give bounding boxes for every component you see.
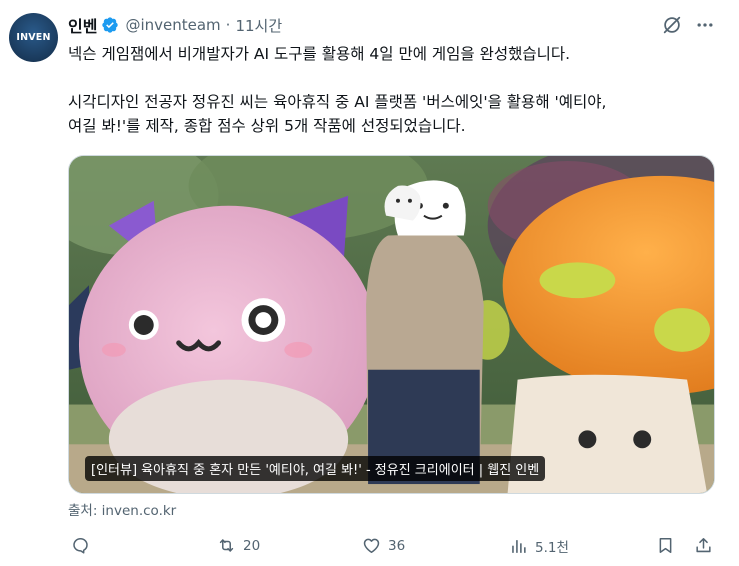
card-source[interactable]: 출처: inven.co.kr bbox=[68, 499, 176, 519]
tweet-text-line: 여길 봐!'를 제작, 종합 점수 상위 5개 작품에 선정되었습니다. bbox=[68, 117, 466, 135]
like-count: 36 bbox=[388, 537, 406, 554]
profile-avatar[interactable]: INVEN bbox=[9, 13, 58, 62]
display-name[interactable]: 인벤 bbox=[68, 13, 97, 37]
grok-icon bbox=[663, 16, 681, 34]
timestamp[interactable]: 11시간 bbox=[235, 15, 282, 36]
analytics-icon bbox=[512, 539, 526, 553]
tweet-header: 인벤 @inventeam · 11시간 bbox=[68, 13, 282, 37]
card-photo bbox=[69, 156, 714, 493]
views-count: 5.1천 bbox=[535, 540, 569, 556]
views-button[interactable]: 5.1천 bbox=[509, 536, 569, 556]
user-handle[interactable]: @inventeam bbox=[125, 16, 220, 34]
tweet-text-line: 시각디자인 전공자 정유진 씨는 육아휴직 중 AI 플랫폼 '버스에잇'을 활… bbox=[68, 93, 607, 111]
bookmark-button[interactable] bbox=[656, 536, 675, 555]
verified-badge-icon[interactable] bbox=[101, 16, 119, 34]
reply-button[interactable] bbox=[71, 536, 97, 555]
retweet-count: 20 bbox=[243, 537, 261, 554]
retweet-icon bbox=[219, 539, 234, 552]
card-title-overlay: [인터뷰] 육아휴직 중 혼자 만든 '예티야, 여길 봐!' - 정유진 크리… bbox=[85, 456, 546, 481]
like-button[interactable]: 36 bbox=[362, 536, 405, 555]
link-card-image[interactable]: [인터뷰] 육아휴직 중 혼자 만든 '예티야, 여길 봐!' - 정유진 크리… bbox=[68, 155, 715, 494]
reply-icon bbox=[73, 538, 88, 554]
tweet-actions: 20 36 5.1천 bbox=[0, 536, 739, 562]
heart-icon bbox=[363, 538, 380, 553]
avatar-logo-text: INVEN bbox=[16, 32, 51, 43]
grok-button[interactable] bbox=[659, 12, 685, 38]
tweet-text-line: 넥슨 게임잼에서 비개발자가 AI 도구를 활용해 4일 만에 게임을 완성했습… bbox=[68, 45, 571, 63]
bookmark-icon bbox=[659, 538, 672, 553]
retweet-button[interactable]: 20 bbox=[217, 536, 260, 555]
share-button[interactable] bbox=[694, 536, 713, 555]
tweet-text: 넥슨 게임잼에서 비개발자가 AI 도구를 활용해 4일 만에 게임을 완성했습… bbox=[68, 42, 718, 138]
share-icon bbox=[696, 538, 711, 553]
more-horizontal-icon bbox=[697, 23, 713, 27]
separator-dot: · bbox=[225, 16, 231, 34]
more-options-button[interactable] bbox=[692, 12, 718, 38]
